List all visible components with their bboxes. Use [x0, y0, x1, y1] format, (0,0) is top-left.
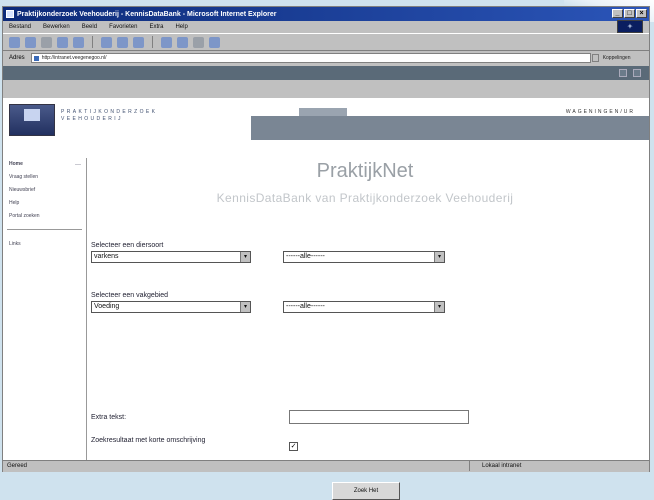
security-zone: Lokaal intranet: [469, 461, 645, 471]
toolbar: [3, 33, 649, 51]
home-icon[interactable]: [73, 36, 84, 48]
short-description-label: Zoekresultaat met korte omschrijving: [91, 437, 206, 444]
extra-text-input[interactable]: [289, 410, 469, 424]
site-logo[interactable]: [9, 104, 55, 136]
menu-bewerken[interactable]: Bewerken: [43, 24, 70, 30]
edit-icon[interactable]: [193, 36, 204, 48]
menu-help[interactable]: Help: [175, 24, 187, 30]
vakgebied-filter-select[interactable]: ------alle------ ▾: [283, 301, 445, 313]
ie-logo-icon: ✦: [617, 20, 643, 33]
links-button[interactable]: Koppelingen: [603, 55, 631, 61]
page-title: PraktijkNet: [316, 160, 414, 182]
strip-button-icon[interactable]: [633, 69, 641, 77]
sidebar-item-nieuwsbrief[interactable]: Nieuwsbrief: [3, 184, 86, 197]
favorites-icon[interactable]: [117, 36, 128, 48]
chevron-down-icon[interactable]: ▾: [240, 252, 250, 262]
toolbar-separator: [152, 36, 153, 48]
diersoort-filter-value: ------alle------: [286, 253, 325, 260]
address-dropdown-icon[interactable]: [591, 53, 599, 62]
diersoort-select[interactable]: varkens ▾: [91, 251, 251, 263]
short-description-checkbox[interactable]: ✓: [289, 442, 298, 451]
toolbar-separator: [92, 36, 93, 48]
menu-bar: Bestand Bewerken Beeld Favorieten Extra …: [3, 20, 649, 33]
mail-icon[interactable]: [161, 36, 172, 48]
site-header: PRAKTIJKONDERZOEK VEEHOUDERIJ WAGENINGEN…: [3, 98, 649, 142]
chevron-down-icon[interactable]: ▾: [240, 302, 250, 312]
sidebar-item-home[interactable]: Home: [3, 158, 86, 171]
vakgebied-label: Selecteer een vakgebied: [91, 292, 169, 299]
diersoort-value: varkens: [94, 253, 119, 260]
close-icon[interactable]: ×: [636, 9, 647, 18]
window-title: Praktijkonderzoek Veehouderij - KennisDa…: [17, 10, 277, 18]
title-bar: Praktijkonderzoek Veehouderij - KennisDa…: [3, 7, 649, 21]
menu-bestand[interactable]: Bestand: [9, 24, 31, 30]
discuss-icon[interactable]: [209, 36, 220, 48]
search-submit-button[interactable]: Zoek Het: [332, 482, 400, 500]
chevron-down-icon[interactable]: ▾: [434, 302, 444, 312]
search-icon[interactable]: [101, 36, 112, 48]
sidebar: Home — Vraag stellen Nieuwsbrief Help Po…: [3, 158, 87, 460]
stop-icon[interactable]: [41, 36, 52, 48]
brand-line1: PRAKTIJKONDERZOEK: [61, 109, 158, 115]
chevron-icon: —: [75, 162, 81, 168]
forward-icon[interactable]: [25, 36, 36, 48]
history-icon[interactable]: [133, 36, 144, 48]
page-subtitle: KennisDataBank van Praktijkonderzoek Vee…: [216, 191, 514, 205]
window-controls: _ □ ×: [612, 9, 647, 18]
page-content: PRAKTIJKONDERZOEK VEEHOUDERIJ WAGENINGEN…: [3, 98, 649, 500]
status-bar: Gereed Lokaal intranet: [3, 460, 649, 472]
menu-beeld[interactable]: Beeld: [82, 24, 97, 30]
url-field[interactable]: http://intranet.veegenegoo.nl/: [30, 52, 591, 63]
extra-text-label: Extra tekst:: [91, 414, 127, 421]
sidebar-item-vraag-stellen[interactable]: Vraag stellen: [3, 171, 86, 184]
sidebar-item-portal-zoeken[interactable]: Portal zoeken: [3, 210, 86, 223]
maximize-icon[interactable]: □: [624, 9, 635, 18]
diersoort-filter-select[interactable]: ------alle------ ▾: [283, 251, 445, 263]
browser-window: Praktijkonderzoek Veehouderij - KennisDa…: [2, 6, 650, 500]
minimize-icon[interactable]: _: [612, 9, 623, 18]
chevron-down-icon[interactable]: ▾: [434, 252, 444, 262]
header-nav-text[interactable]: WAGENINGEN/UR: [566, 109, 635, 115]
sidebar-divider: [7, 229, 82, 230]
ie-icon: [6, 10, 14, 18]
brand-text: PRAKTIJKONDERZOEK VEEHOUDERIJ: [61, 109, 157, 123]
main-panel: PraktijkNet KennisDataBank van Praktijko…: [91, 158, 647, 500]
back-icon[interactable]: [9, 36, 20, 48]
brand-line2: VEEHOUDERIJ: [61, 116, 123, 122]
diersoort-label: Selecteer een diersoort: [91, 242, 164, 249]
vakgebied-select[interactable]: Voeding ▾: [91, 301, 251, 313]
site-top-strip: [3, 66, 649, 80]
strip-button-icon[interactable]: [619, 69, 627, 77]
print-icon[interactable]: [177, 36, 188, 48]
menu-extra[interactable]: Extra: [149, 24, 163, 30]
header-bar: [251, 116, 649, 140]
vakgebied-filter-value: ------alle------: [286, 303, 325, 310]
sidebar-item-links[interactable]: Links: [3, 238, 86, 251]
sidebar-item-help[interactable]: Help: [3, 197, 86, 210]
menu-favorieten[interactable]: Favorieten: [109, 24, 137, 30]
vakgebied-value: Voeding: [94, 303, 120, 310]
address-label: Adres: [9, 54, 25, 61]
status-text: Gereed: [7, 463, 28, 469]
address-bar: Adres http://intranet.veegenegoo.nl/ Kop…: [3, 51, 649, 64]
refresh-icon[interactable]: [57, 36, 68, 48]
